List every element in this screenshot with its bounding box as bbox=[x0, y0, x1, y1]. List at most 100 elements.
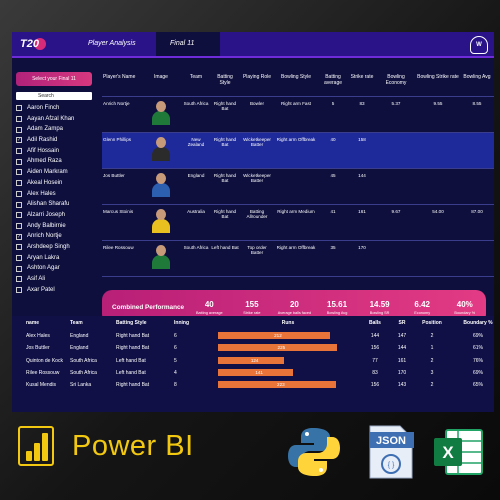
player-checkbox-item[interactable]: ✓ Anrich Nortje bbox=[16, 231, 96, 242]
player-checkbox-item[interactable]: Afif Hossain bbox=[16, 146, 96, 157]
player-name-label: Axar Patel bbox=[27, 286, 55, 293]
table-row[interactable]: Jos Buttler England Right hand Bat Wicketke… bbox=[102, 169, 494, 205]
name-cell: Jos Buttler bbox=[26, 345, 50, 352]
player-checkbox-item[interactable]: Andy Balbirnie bbox=[16, 221, 96, 232]
table-row[interactable]: Quinton de Kock South Africa Left hand Bat… bbox=[12, 355, 494, 367]
checkbox-icon[interactable] bbox=[16, 222, 22, 229]
sr-cell: 170 bbox=[397, 370, 407, 377]
checkbox-icon[interactable] bbox=[16, 148, 22, 155]
svg-text:X: X bbox=[442, 443, 454, 462]
tab-final-11[interactable]: Final 11 bbox=[156, 32, 220, 56]
checkbox-checked-icon[interactable]: ✓ bbox=[16, 137, 22, 144]
select-final-11-button[interactable]: Select your Final 11 bbox=[16, 72, 92, 86]
player-list: Aaron Finch Aayan Afzal Khan Adam Zampa ✓ Ad… bbox=[16, 103, 96, 295]
player-checkbox-item[interactable]: Aiden Markram bbox=[16, 167, 96, 178]
json-file-icon: JSON { } bbox=[369, 425, 414, 479]
player-checkbox-item[interactable]: Ashton Agar bbox=[16, 263, 96, 274]
table-row[interactable]: Rilee Rossouw South Africa Left hand Bat 4 1… bbox=[12, 367, 494, 379]
column-header: Bowling Style bbox=[280, 74, 311, 80]
team-cell: England bbox=[70, 345, 89, 352]
player-checkbox-item[interactable]: Adam Zampa bbox=[16, 124, 96, 135]
checkbox-icon[interactable] bbox=[16, 265, 22, 272]
boundary-cell: 65% bbox=[472, 382, 483, 389]
name-cell: Alex Hales bbox=[26, 333, 50, 340]
checkbox-icon[interactable] bbox=[16, 126, 22, 133]
runs-cell: 124 bbox=[214, 356, 362, 365]
boundary-cell: 61% bbox=[472, 345, 483, 352]
player-checkbox-item[interactable]: Aaron Finch bbox=[16, 103, 96, 114]
player-checkbox-item[interactable]: ✓ Adil Rashid bbox=[16, 135, 96, 146]
bat-avg-cell: 35 bbox=[330, 245, 336, 250]
bat-avg-cell: 41 bbox=[330, 209, 336, 214]
player-name-label: Afif Hossain bbox=[27, 147, 60, 154]
player-name-label: Anrich Nortje bbox=[27, 233, 62, 240]
tab-player-analysis[interactable]: Player Analysis bbox=[74, 32, 156, 56]
runs-bar: 225 bbox=[218, 344, 338, 352]
bat-avg-cell: 5 bbox=[331, 101, 335, 106]
checkbox-icon[interactable] bbox=[16, 105, 22, 112]
balls-cell: 144 bbox=[370, 333, 380, 340]
player-name-label: Aayan Afzal Khan bbox=[27, 115, 75, 122]
column-header: SR bbox=[398, 320, 406, 326]
player-checkbox-item[interactable]: Aryan Lakra bbox=[16, 253, 96, 264]
checkbox-icon[interactable] bbox=[16, 276, 22, 283]
table-row[interactable]: Marcus Stoinis Australia Right hand Bat Bat… bbox=[102, 205, 494, 241]
team-cell: England bbox=[187, 173, 205, 178]
search-input[interactable]: Search bbox=[16, 92, 92, 100]
table-row[interactable]: Jos Buttler England Right hand Bat 6 225 156 1… bbox=[12, 342, 494, 354]
checkbox-icon[interactable] bbox=[16, 190, 22, 197]
column-header: Bowling Avg bbox=[463, 74, 491, 80]
table-row[interactable]: Alex Hales England Right hand Bat 6 212 144 14… bbox=[12, 330, 494, 342]
style-cell: Right hand Bat bbox=[116, 333, 150, 340]
checkbox-icon[interactable] bbox=[16, 180, 22, 187]
runs-label: 124 bbox=[250, 357, 259, 363]
svg-text:JSON: JSON bbox=[376, 435, 406, 447]
world-cup-trophy-icon: W bbox=[470, 36, 488, 54]
bat-avg-cell: 40 bbox=[330, 137, 336, 142]
checkbox-icon[interactable] bbox=[16, 158, 22, 165]
player-checkbox-item[interactable]: Ahmed Raza bbox=[16, 156, 96, 167]
player-headshot-icon bbox=[151, 135, 171, 161]
checkbox-icon[interactable] bbox=[16, 116, 22, 123]
role-cell: Bowler bbox=[249, 101, 265, 106]
sr-cell: 170 bbox=[358, 245, 366, 250]
player-checkbox-item[interactable]: Akeal Hosein bbox=[16, 178, 96, 189]
checkbox-icon[interactable] bbox=[16, 254, 22, 261]
table-row[interactable]: Anrich Nortje South Africa Right hand Bat B… bbox=[102, 97, 494, 133]
player-checkbox-item[interactable]: Alex Hales bbox=[16, 189, 96, 200]
column-header: Balls bbox=[369, 320, 381, 326]
bowl-avg-cell: 8.55 bbox=[472, 101, 482, 106]
player-checkbox-item[interactable]: Aayan Afzal Khan bbox=[16, 114, 96, 125]
role-cell: Top order Batter bbox=[247, 245, 267, 255]
kpi-value: 14.59 bbox=[369, 299, 390, 309]
runs-cell: 141 bbox=[214, 369, 362, 377]
balls-cell: 156 bbox=[370, 345, 380, 352]
team-cell: England bbox=[70, 333, 89, 340]
player-table-header: Player's Name Image Team Batting Style Playi… bbox=[102, 72, 494, 96]
player-checkbox-item[interactable]: Asif Ali bbox=[16, 274, 96, 285]
top-bar: T20 Player Analysis Final 11 W bbox=[12, 32, 494, 58]
table-row[interactable]: Glenn Phillips New Zealand Right hand Bat W… bbox=[102, 133, 494, 169]
role-cell: Wicketkeeper Batter bbox=[243, 137, 271, 147]
table-row[interactable]: Kusal Mendis Sri Lanka Right hand Bat 8 223 1… bbox=[12, 379, 494, 391]
kpi-value: 15.61 bbox=[327, 299, 348, 309]
column-header: Bowling Economy bbox=[385, 74, 407, 86]
player-image-cell bbox=[140, 101, 182, 125]
column-header: Playing Role bbox=[242, 74, 272, 80]
t20-logo: T20 bbox=[20, 35, 46, 55]
player-checkbox-item[interactable]: Arshdeep Singh bbox=[16, 242, 96, 253]
table-row[interactable]: Rilee Rossouw South Africa Left hand Bat To… bbox=[102, 241, 494, 277]
checkbox-icon[interactable] bbox=[16, 287, 22, 294]
checkbox-checked-icon[interactable]: ✓ bbox=[16, 233, 22, 240]
player-name-label: Alzarri Joseph bbox=[27, 211, 66, 218]
checkbox-icon[interactable] bbox=[16, 169, 22, 176]
checkbox-icon[interactable] bbox=[16, 244, 22, 251]
checkbox-icon[interactable] bbox=[16, 201, 22, 208]
player-checkbox-item[interactable]: Alzarri Joseph bbox=[16, 210, 96, 221]
player-name-cell: Marcus Stoinis bbox=[103, 209, 134, 214]
checkbox-icon[interactable] bbox=[16, 212, 22, 219]
player-checkbox-item[interactable]: Axar Patel bbox=[16, 285, 96, 296]
player-checkbox-item[interactable]: Alishan Sharafu bbox=[16, 199, 96, 210]
batting-style-cell: Right hand Bat bbox=[213, 101, 237, 111]
batting-style-cell: Right hand Bat bbox=[213, 209, 237, 219]
